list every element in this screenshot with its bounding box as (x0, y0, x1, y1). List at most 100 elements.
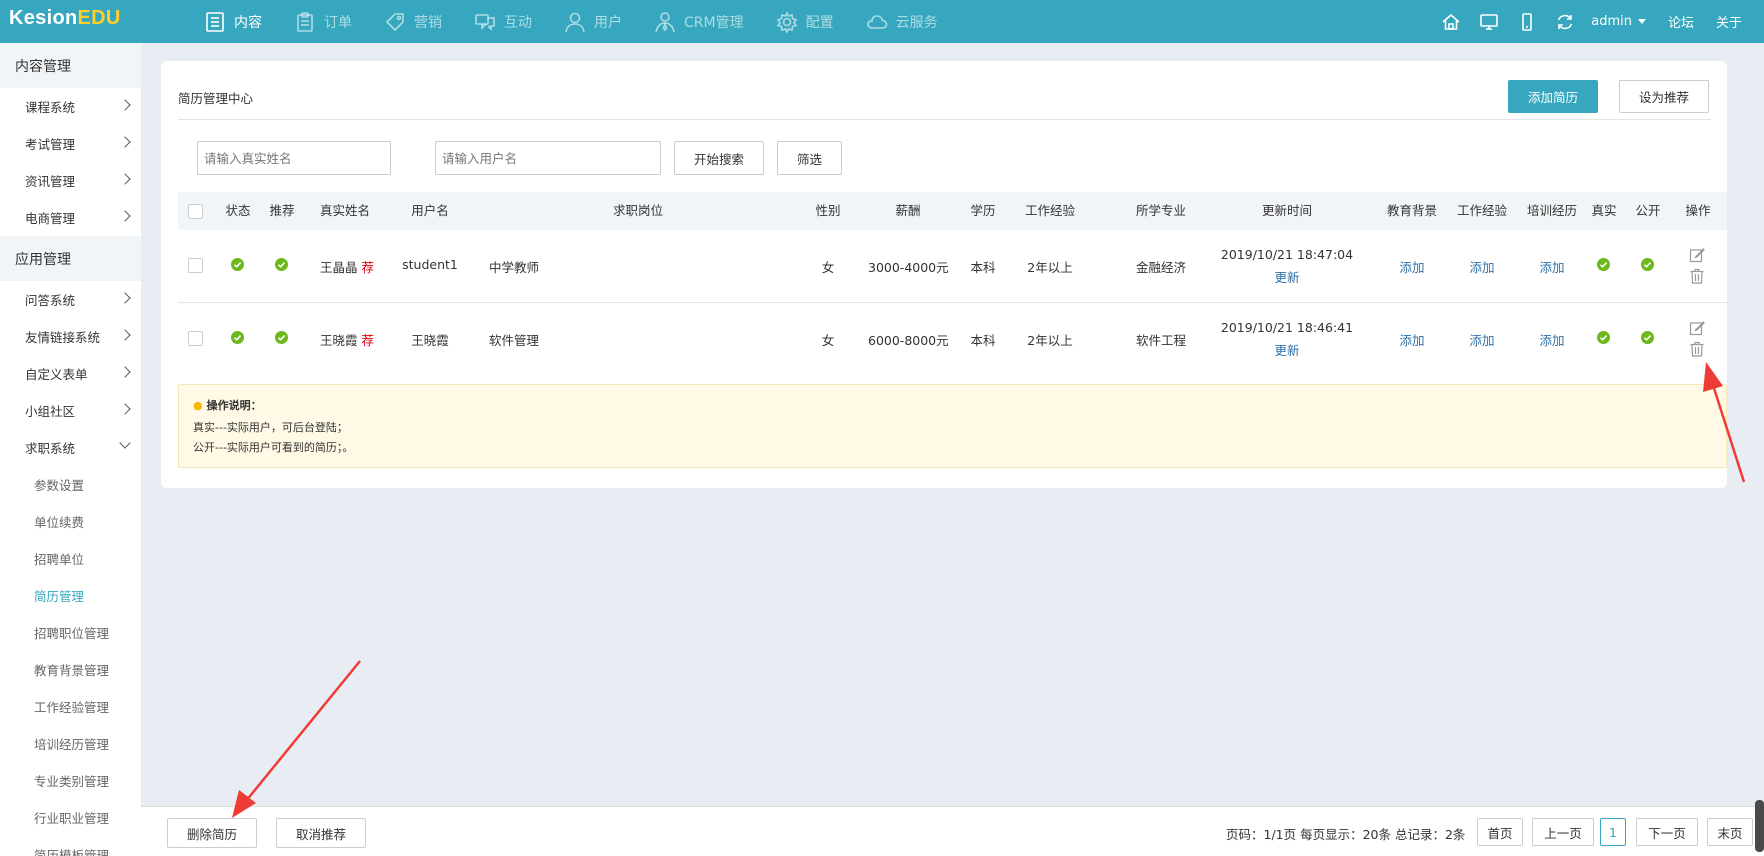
sidebar-group-content: 内容管理 (0, 43, 141, 88)
next-page-button[interactable]: 下一页 (1636, 818, 1698, 846)
chevron-right-icon (119, 136, 131, 148)
sidebar-sub-work-exp[interactable]: 工作经验管理 (0, 688, 141, 725)
delete-icon[interactable] (1689, 268, 1705, 284)
add-education-link[interactable]: 添加 (1382, 257, 1442, 276)
select-all-checkbox[interactable] (188, 204, 203, 219)
cloud-icon (866, 14, 887, 29)
edit-icon[interactable] (1689, 320, 1705, 336)
mobile-icon[interactable] (1515, 12, 1539, 32)
update-link[interactable]: 更新 (1267, 340, 1307, 359)
row-checkbox[interactable] (188, 258, 203, 273)
sidebar-sub-resumes[interactable]: 简历管理 (0, 577, 141, 614)
th-training: 培训经历 (1526, 203, 1577, 218)
status-ok-icon[interactable] (231, 258, 244, 271)
sidebar-sub-employers[interactable]: 招聘单位 (0, 540, 141, 577)
search-button[interactable]: 开始搜索 (674, 141, 764, 175)
edit-icon[interactable] (1689, 247, 1705, 263)
sidebar-item-jobs[interactable]: 求职系统 (0, 429, 141, 466)
sidebar-sub-majors[interactable]: 专业类别管理 (0, 762, 141, 799)
home-icon[interactable] (1439, 12, 1463, 32)
lightbulb-icon: ● (193, 399, 203, 412)
sidebar-sub-templates[interactable]: 简历模板管理 (0, 836, 141, 856)
sidebar-sub-renewal[interactable]: 单位续费 (0, 503, 141, 540)
add-work-exp-link[interactable]: 添加 (1452, 257, 1512, 276)
th-real: 真实 (1591, 203, 1617, 218)
filter-button[interactable]: 筛选 (777, 141, 842, 175)
real-name-input[interactable] (197, 141, 391, 175)
add-training-link[interactable]: 添加 (1522, 257, 1582, 276)
update-link[interactable]: 更新 (1267, 267, 1307, 286)
recommend-ok-icon[interactable] (275, 258, 288, 271)
logo[interactable]: KesionEDU (9, 7, 121, 30)
sidebar: 内容管理 课程系统 考试管理 资讯管理 电商管理 应用管理 问答系统 友情链接系… (0, 43, 141, 856)
real-ok-icon[interactable] (1597, 331, 1610, 344)
sidebar-sub-positions[interactable]: 招聘职位管理 (0, 614, 141, 651)
nav-config[interactable]: 配置 (776, 0, 834, 43)
first-page-button[interactable]: 首页 (1477, 818, 1523, 846)
nav-interaction[interactable]: 互动 (474, 0, 532, 43)
sidebar-item-community[interactable]: 小组社区 (0, 392, 141, 429)
th-recommend: 推荐 (269, 203, 295, 218)
add-resume-button[interactable]: 添加简历 (1508, 80, 1598, 113)
username-input[interactable] (435, 141, 661, 175)
user-icon (565, 12, 585, 32)
forum-link[interactable]: 论坛 (1668, 12, 1694, 31)
refresh-icon[interactable] (1553, 12, 1577, 32)
desktop-icon[interactable] (1477, 12, 1501, 32)
operation-notice: ● 操作说明： 真实---实际用户，可后台登陆； 公开---实际用户可看到的简历；… (178, 384, 1727, 468)
sidebar-sub-params[interactable]: 参数设置 (0, 466, 141, 503)
page-title: 简历管理中心 (178, 91, 254, 106)
table-row: 王晓霞荐 王晓霞 软件管理 女 6000-8000元 本科 2年以上 软件工程 … (178, 303, 1727, 375)
sidebar-sub-training[interactable]: 培训经历管理 (0, 725, 141, 762)
notice-line: 公开---实际用户可看到的简历；。 (193, 441, 354, 454)
sidebar-item-qa[interactable]: 问答系统 (0, 281, 141, 318)
sidebar-item-forms[interactable]: 自定义表单 (0, 355, 141, 392)
table-row: 王晶晶荐 student1 中学教师 女 3000-4000元 本科 2年以上 … (178, 230, 1727, 302)
th-experience: 工作经验 (1024, 203, 1075, 218)
status-ok-icon[interactable] (231, 331, 244, 344)
education-cell: 本科 (970, 260, 996, 275)
add-education-link[interactable]: 添加 (1382, 330, 1442, 349)
add-training-link[interactable]: 添加 (1522, 330, 1582, 349)
sidebar-item-course[interactable]: 课程系统 (0, 88, 141, 125)
updated-time-cell: 2019/10/21 18:46:41 (1220, 320, 1354, 335)
current-page-button[interactable]: 1 (1600, 818, 1626, 846)
public-ok-icon[interactable] (1641, 258, 1654, 271)
username-cell: 王晓霞 (411, 333, 449, 348)
sidebar-sub-education[interactable]: 教育背景管理 (0, 651, 141, 688)
sidebar-item-news[interactable]: 资讯管理 (0, 162, 141, 199)
sidebar-sub-industry[interactable]: 行业职业管理 (0, 799, 141, 836)
divider (178, 119, 1711, 120)
nav-cloud[interactable]: 云服务 (866, 0, 938, 43)
nav-marketing[interactable]: 营销 (384, 0, 442, 43)
admin-user-menu[interactable]: admin (1591, 14, 1646, 29)
row-checkbox[interactable] (188, 331, 203, 346)
last-page-button[interactable]: 末页 (1707, 818, 1753, 846)
caret-down-icon (1637, 19, 1646, 24)
delete-icon[interactable] (1689, 341, 1705, 357)
set-recommend-button[interactable]: 设为推荐 (1619, 80, 1709, 113)
public-ok-icon[interactable] (1641, 331, 1654, 344)
nav-users[interactable]: 用户 (564, 0, 622, 43)
th-username: 用户名 (411, 203, 449, 218)
real-name-cell: 王晶晶荐 (320, 260, 375, 275)
sidebar-item-exam[interactable]: 考试管理 (0, 125, 141, 162)
add-work-exp-link[interactable]: 添加 (1452, 330, 1512, 349)
about-link[interactable]: 关于 (1716, 12, 1742, 31)
recommend-ok-icon[interactable] (275, 331, 288, 344)
nav-orders[interactable]: 订单 (294, 0, 352, 43)
chevron-right-icon (119, 173, 131, 185)
sidebar-item-ecommerce[interactable]: 电商管理 (0, 199, 141, 236)
real-ok-icon[interactable] (1597, 258, 1610, 271)
recommend-badge: 荐 (361, 333, 375, 348)
nav-crm[interactable]: CRM管理 (654, 0, 744, 43)
cancel-recommend-button[interactable]: 取消推荐 (276, 818, 366, 848)
scrollbar-thumb[interactable] (1755, 800, 1764, 852)
delete-resume-button[interactable]: 删除简历 (167, 818, 257, 848)
username-cell: student1 (402, 257, 458, 272)
position-cell: 中学教师 (489, 260, 540, 275)
sidebar-item-links[interactable]: 友情链接系统 (0, 318, 141, 355)
nav-content[interactable]: 内容 (204, 0, 262, 43)
prev-page-button[interactable]: 上一页 (1532, 818, 1594, 846)
chevron-right-icon (119, 210, 131, 222)
